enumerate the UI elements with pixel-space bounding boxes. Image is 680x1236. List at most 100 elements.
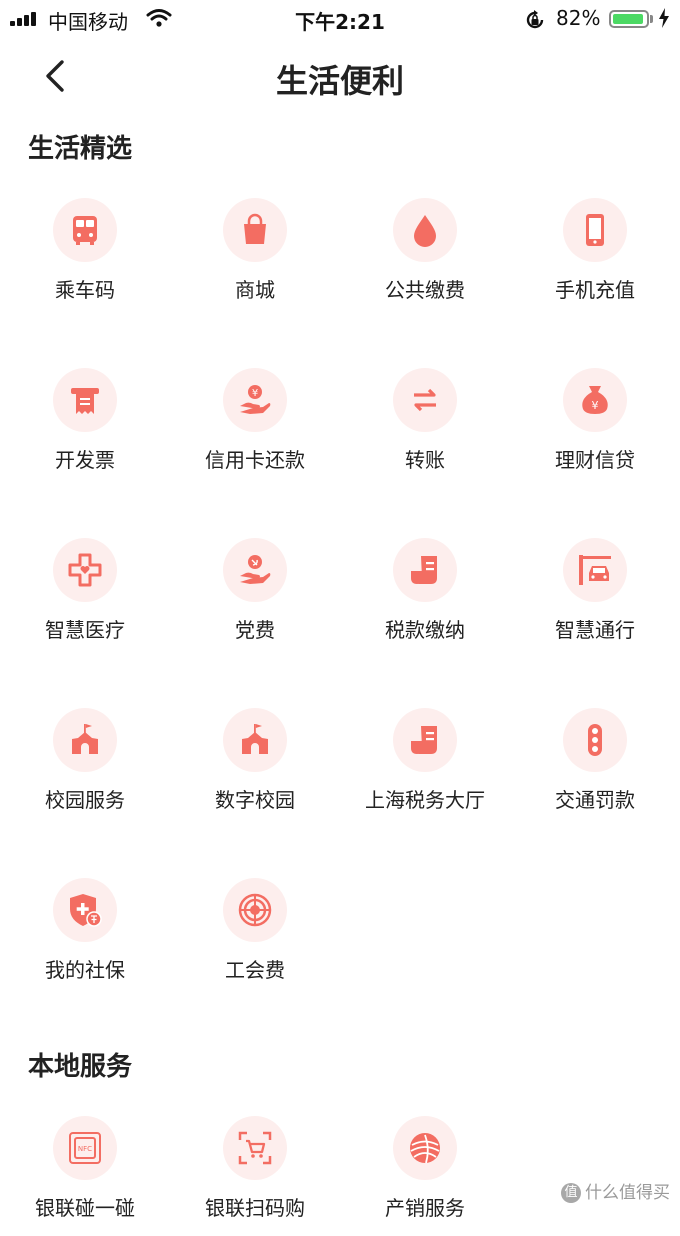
service-item[interactable]: 党费 [170,538,340,658]
invoice-icon [71,388,99,414]
service-item[interactable]: 智慧医疗 [0,538,170,658]
service-label: 商城 [235,278,275,302]
transfer-arrows-icon [414,388,436,412]
service-item[interactable]: 手机充值 [510,198,680,318]
water-drop-icon [414,215,436,247]
tax-document-icon [411,556,437,584]
service-icon-bg [53,368,117,432]
union-emblem-icon [238,893,272,927]
service-icon-bg [223,538,287,602]
service-label: 智慧通行 [555,618,635,642]
service-label: 税款缴纳 [385,618,465,642]
shopping-bag-icon [244,213,266,244]
service-icon-bg [53,878,117,942]
medical-cross-icon [68,553,102,587]
nfc-icon: NFC [69,1132,101,1164]
service-label: 信用卡还款 [205,448,305,472]
svg-text:¥: ¥ [592,399,599,412]
school-building-icon [72,724,98,754]
service-label: 手机充值 [555,278,635,302]
farm-field-icon [410,1133,440,1164]
service-label: 工会费 [225,958,285,982]
service-item[interactable]: 数字校园 [170,708,340,828]
service-icon-bg: NFC [53,1116,117,1180]
service-label: 上海税务大厅 [365,788,485,812]
service-icon-bg [393,368,457,432]
watermark-text: 什么值得买 [585,1183,670,1203]
nav-bar: 生活便利 [0,48,680,104]
service-label: 交通罚款 [555,788,635,812]
watermark: 值什么值得买 [561,1178,670,1203]
service-icon-bg [393,1116,457,1180]
service-item[interactable]: 转账 [340,368,510,488]
service-item[interactable]: 产销服务 [340,1116,510,1236]
service-item[interactable]: 税款缴纳 [340,538,510,658]
service-icon-bg: ¥ [563,368,627,432]
service-label: 我的社保 [45,958,125,982]
service-icon-bg [393,198,457,262]
service-icon-bg: ¥ [223,368,287,432]
service-item[interactable]: ¥ 信用卡还款 [170,368,340,488]
service-label: 公共缴费 [385,278,465,302]
school-building-icon [242,724,268,754]
watermark-logo-icon: 值 [561,1183,581,1203]
scan-cart-icon [238,1131,272,1165]
service-label: 数字校园 [215,788,295,812]
battery-icon [609,10,649,28]
battery-tip [650,15,653,23]
orientation-lock-icon [526,10,544,29]
service-label: 校园服务 [45,788,125,812]
svg-text:NFC: NFC [78,1145,92,1153]
service-label: 银联碰一碰 [35,1196,135,1220]
page-title: 生活便利 [275,62,404,100]
service-icon-bg [223,198,287,262]
service-item[interactable]: 智慧通行 [510,538,680,658]
phone-icon [586,214,604,246]
battery-percent: 82% [556,6,601,30]
service-item[interactable]: 商城 [170,198,340,318]
service-label: 理财信贷 [555,448,635,472]
service-item[interactable]: 交通罚款 [510,708,680,828]
service-icon-bg [53,198,117,262]
car-gate-icon [579,555,611,585]
service-label: 产销服务 [385,1196,465,1220]
service-label: 开发票 [55,448,115,472]
hand-coin-icon: ¥ [240,385,271,414]
service-icon-bg [563,708,627,772]
social-security-shield-icon [70,894,102,927]
service-item[interactable]: 银联扫码购 [170,1116,340,1236]
service-item[interactable]: 上海税务大厅 [340,708,510,828]
charging-bolt-icon [659,8,669,28]
hand-party-icon [240,555,271,584]
service-label: 党费 [235,618,275,642]
service-item[interactable]: NFC 银联碰一碰 [0,1116,170,1236]
service-icon-bg [223,878,287,942]
service-item[interactable]: 乘车码 [0,198,170,318]
service-icon-bg [563,538,627,602]
service-icon-bg [393,538,457,602]
status-bar: 中国移动 下午2:21 82% [0,0,680,38]
service-item[interactable]: 公共缴费 [340,198,510,318]
service-item[interactable]: 我的社保 [0,878,170,998]
service-icon-bg [393,708,457,772]
service-icon-bg [223,708,287,772]
service-label: 乘车码 [55,278,115,302]
money-bag-icon: ¥ [582,386,608,414]
service-item[interactable]: ¥ 理财信贷 [510,368,680,488]
section-title-featured: 生活精选 [28,134,133,164]
service-item[interactable]: 开发票 [0,368,170,488]
service-label: 转账 [405,448,445,472]
service-label: 智慧医疗 [45,618,125,642]
back-button[interactable] [36,56,76,96]
service-item[interactable]: 校园服务 [0,708,170,828]
service-icon-bg [53,538,117,602]
chevron-left-icon [46,60,64,92]
service-item[interactable]: 工会费 [170,878,340,998]
section-title-local: 本地服务 [28,1052,133,1082]
bus-icon [73,216,97,245]
traffic-light-icon [588,724,602,756]
service-icon-bg [53,708,117,772]
service-icon-bg [223,1116,287,1180]
tax-document-icon [411,726,437,754]
service-label: 银联扫码购 [205,1196,305,1220]
